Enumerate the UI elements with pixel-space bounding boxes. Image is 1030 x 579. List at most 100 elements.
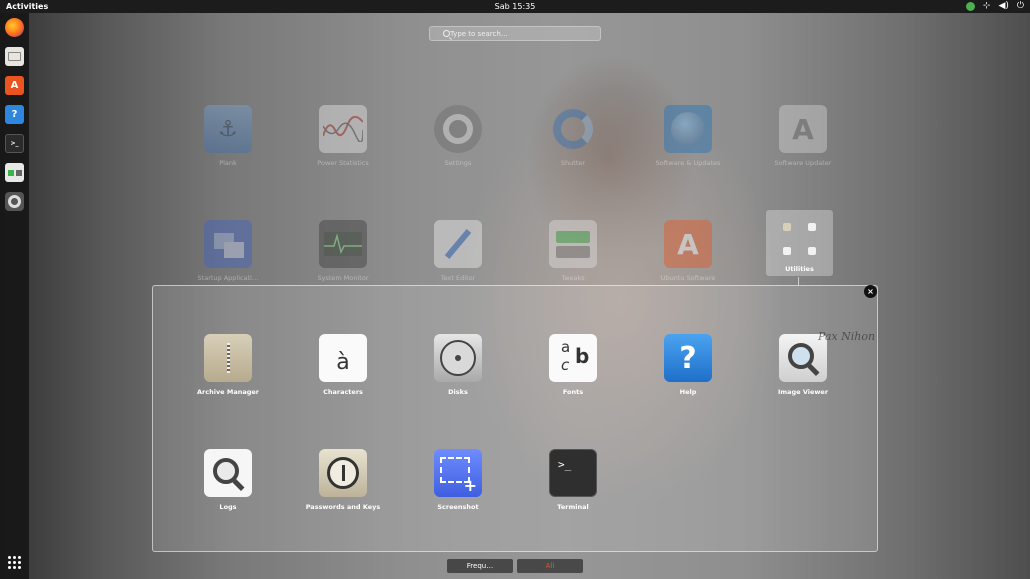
ubuntu-software-icon: A	[664, 220, 712, 268]
app-logs[interactable]: Logs	[188, 449, 268, 511]
window-shape	[224, 242, 244, 258]
app-label: Archive Manager	[197, 388, 259, 396]
app-image-viewer[interactable]: Image Viewer	[763, 334, 843, 396]
zipper-icon	[226, 343, 230, 373]
app-label: Passwords and Keys	[305, 503, 381, 511]
app-terminal[interactable]: >_ Terminal	[533, 449, 613, 511]
disk-platter	[440, 340, 476, 376]
app-disks[interactable]: Disks	[418, 334, 498, 396]
toggle-shape	[556, 245, 590, 258]
app-settings[interactable]: Settings	[418, 105, 498, 167]
folder-pointer	[798, 277, 799, 285]
system-tray[interactable]: ⊹ ◀) ⏻	[965, 1, 1024, 12]
disk-hub	[455, 355, 461, 361]
plus-icon: +	[463, 476, 477, 495]
gear-icon	[8, 195, 21, 208]
magnifier-handle	[232, 478, 245, 492]
app-label: Disks	[448, 388, 468, 396]
fonts-icon: a c b	[549, 334, 597, 382]
app-screenshot[interactable]: + Screenshot	[418, 449, 498, 511]
app-label: Help	[679, 388, 697, 396]
system-monitor-icon	[319, 220, 367, 268]
app-help[interactable]: ? Help	[648, 334, 728, 396]
update-status-icon[interactable]	[965, 2, 975, 11]
app-label: Characters	[323, 388, 363, 396]
network-icon[interactable]: ⊹	[983, 1, 991, 12]
close-popup-button[interactable]: ×	[864, 285, 877, 298]
monitor-block	[15, 169, 22, 176]
clock[interactable]: Sab 15:35	[0, 2, 1030, 11]
settings-icon[interactable]	[5, 192, 24, 211]
disks-icon	[434, 334, 482, 382]
app-fonts[interactable]: a c b Fonts	[533, 334, 613, 396]
tweaks-icon	[549, 220, 597, 268]
characters-icon: à	[319, 334, 367, 382]
app-shutter[interactable]: Shutter	[533, 105, 613, 167]
volume-icon[interactable]: ◀)	[998, 1, 1008, 12]
app-label: Shutter	[560, 159, 586, 167]
terminal-icon[interactable]: >_	[5, 134, 24, 153]
app-label: Logs	[219, 503, 237, 511]
toggle-shape	[556, 230, 590, 243]
utilities-popup	[152, 285, 878, 552]
plank-icon: ⚓	[204, 105, 252, 153]
app-power-statistics[interactable]: Power Statistics	[303, 105, 383, 167]
keyhole	[341, 465, 345, 481]
help-icon: ?	[664, 334, 712, 382]
app-ubuntu-software[interactable]: A Ubuntu Software	[648, 220, 728, 282]
folder-mini-icon	[808, 223, 816, 231]
power-icon[interactable]: ⏻	[1017, 1, 1024, 12]
fonts-glyph: a	[561, 338, 571, 356]
app-characters[interactable]: à Characters	[303, 334, 383, 396]
tab-frequent[interactable]: Frequ…	[447, 559, 513, 573]
terminal-icon: >_	[549, 449, 597, 497]
text-editor-icon	[434, 220, 482, 268]
show-applications-button[interactable]	[6, 554, 23, 571]
folder-mini-icon	[783, 223, 791, 231]
system-monitor-icon[interactable]	[5, 163, 24, 182]
globe-icon	[671, 112, 705, 146]
app-label: Tweaks	[561, 274, 585, 282]
app-view-tabs: Frequ… All	[447, 559, 583, 573]
app-software-updater[interactable]: A Software Updater	[763, 105, 843, 167]
app-label: Settings	[444, 159, 472, 167]
utilities-folder[interactable]: Utilities	[766, 210, 833, 276]
app-label: Screenshot	[437, 503, 479, 511]
app-software-updates[interactable]: Software & Updates	[648, 105, 728, 167]
search-icon	[443, 30, 450, 37]
terminal-prompt: >_	[558, 458, 572, 471]
screenshot-icon: +	[434, 449, 482, 497]
app-label: Software Updater	[774, 159, 832, 167]
folder-label: Utilities	[785, 265, 814, 273]
app-startup-applications[interactable]: Startup Applicati…	[188, 220, 268, 282]
app-system-monitor[interactable]: System Monitor	[303, 220, 383, 282]
startup-applications-icon	[204, 220, 252, 268]
dock: A ? >_	[0, 13, 29, 579]
settings-icon	[434, 105, 482, 153]
ubuntu-software-icon[interactable]: A	[5, 76, 24, 95]
app-label: Terminal	[557, 503, 589, 511]
top-bar: Activities Sab 15:35 ⊹ ◀) ⏻	[0, 0, 1030, 13]
passwords-and-keys-icon	[319, 449, 367, 497]
app-label: Image Viewer	[777, 388, 829, 396]
app-label: Power Statistics	[317, 159, 369, 167]
folder-mini-icon	[783, 247, 791, 255]
app-label: Ubuntu Software	[660, 274, 716, 282]
tab-all[interactable]: All	[517, 559, 583, 573]
help-glyph: ?	[679, 340, 697, 376]
firefox-icon[interactable]	[5, 18, 24, 37]
app-tweaks[interactable]: Tweaks	[533, 220, 613, 282]
help-icon[interactable]: ?	[5, 105, 24, 124]
fonts-glyph: c	[561, 356, 570, 374]
watermark: Pax Nihon	[818, 330, 876, 343]
app-text-editor[interactable]: Text Editor	[418, 220, 498, 282]
files-icon[interactable]	[5, 47, 24, 66]
app-plank[interactable]: ⚓ Plank	[188, 105, 268, 167]
app-archive-manager[interactable]: Archive Manager	[188, 334, 268, 396]
search-input[interactable]	[450, 29, 580, 38]
shutter-ring	[553, 109, 593, 149]
app-label: Fonts	[562, 388, 584, 396]
app-passwords-and-keys[interactable]: Passwords and Keys	[303, 449, 383, 511]
search-bar[interactable]	[429, 26, 601, 41]
gear-icon	[443, 114, 473, 144]
